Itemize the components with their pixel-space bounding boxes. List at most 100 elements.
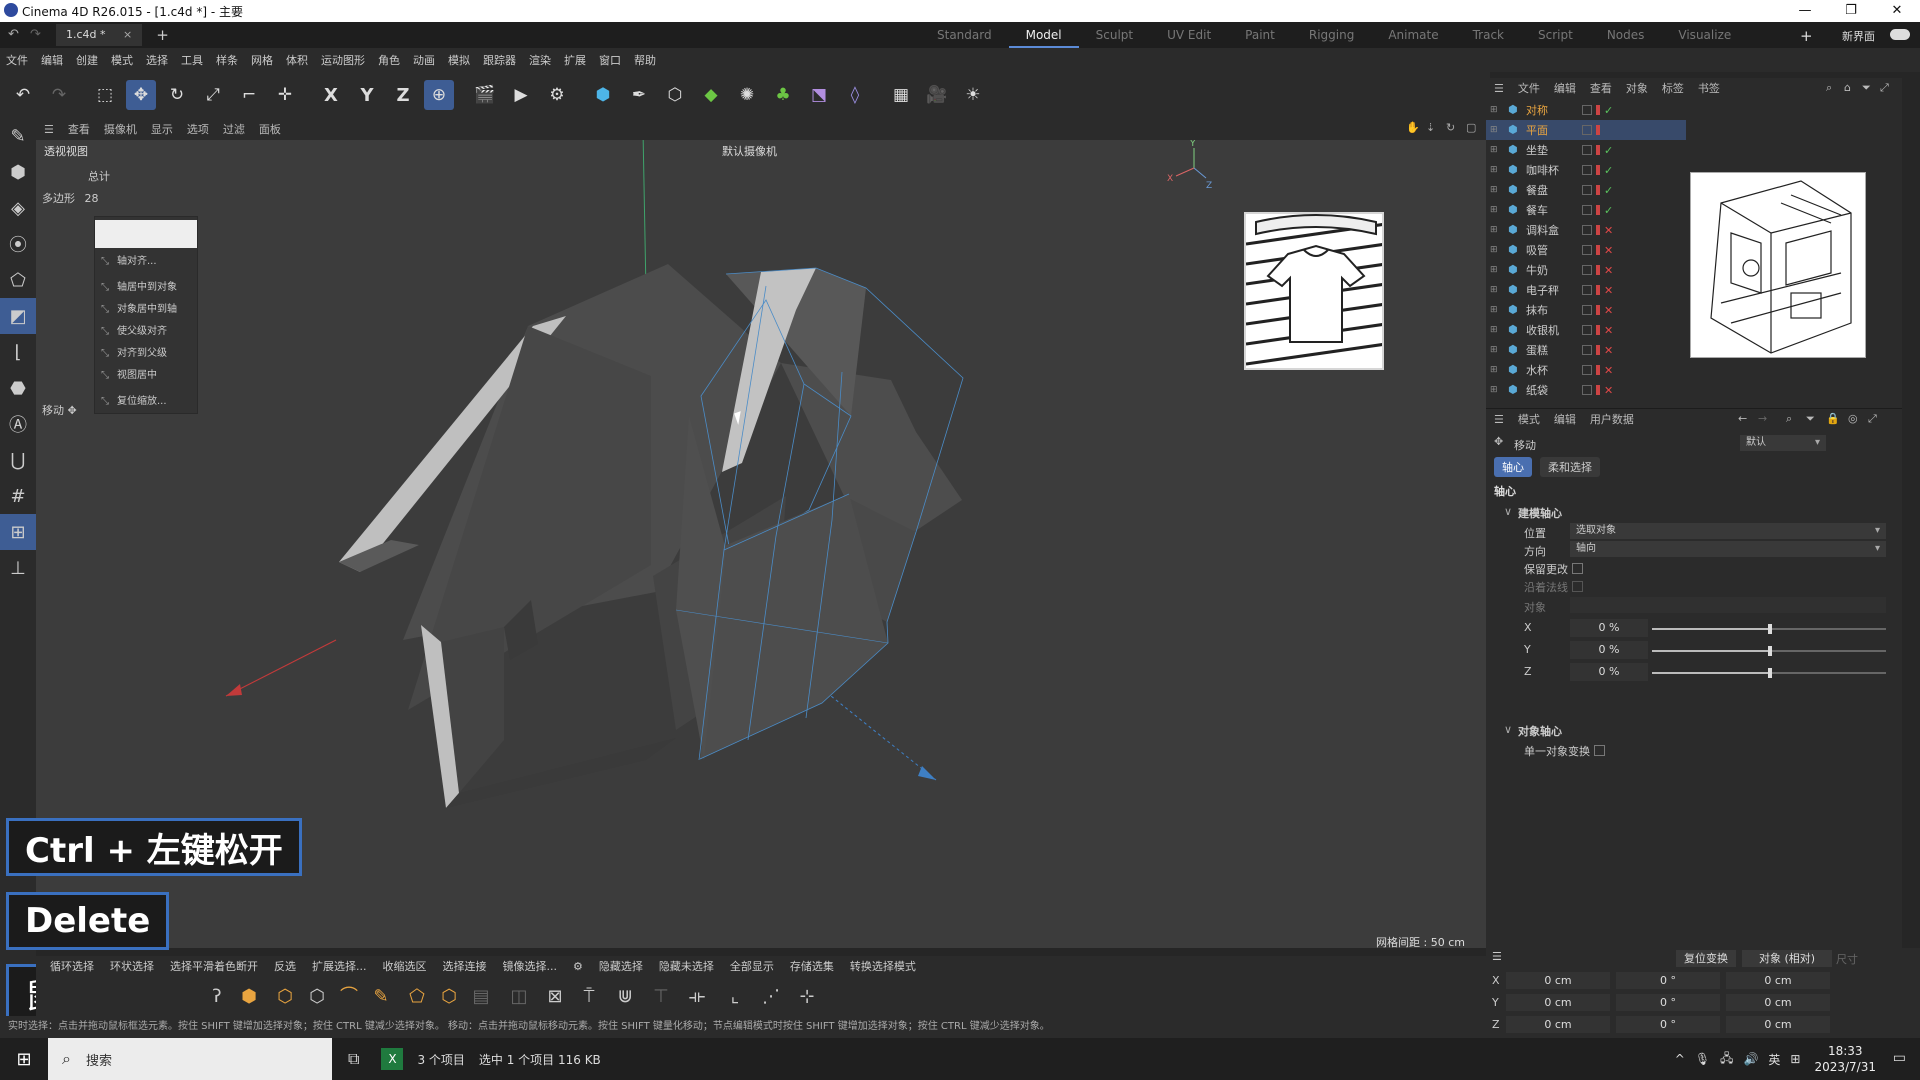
windows-start-icon[interactable]: ⊞ xyxy=(0,1038,48,1080)
layer-checkbox[interactable] xyxy=(1582,165,1592,175)
layout-tab[interactable]: Model xyxy=(1008,22,1079,48)
subdivision-icon[interactable]: ⬡ xyxy=(660,80,690,110)
layer-checkbox[interactable] xyxy=(1582,265,1592,275)
viewport-menu-item[interactable]: 面板 xyxy=(259,121,281,137)
render-settings-icon[interactable]: ⚙ xyxy=(542,80,572,110)
selection-tab[interactable]: 收缩选区 xyxy=(383,958,427,974)
object-home-icon[interactable]: ⌂ xyxy=(1844,81,1851,94)
pos-x-field[interactable]: 0 cm xyxy=(1506,972,1610,989)
camera-label[interactable]: 默认摄像机 xyxy=(722,143,777,159)
weld-icon[interactable]: ◫ xyxy=(506,984,532,1010)
selection-tab[interactable]: 选择平滑着色断开 xyxy=(170,958,258,974)
object-name[interactable]: 餐盘 xyxy=(1526,182,1574,198)
ime-icon[interactable]: ⊞ xyxy=(1790,1052,1800,1066)
chevron-down-icon[interactable]: ∨ xyxy=(1504,723,1512,736)
menu-item-center-object[interactable]: 对象居中到轴 xyxy=(95,299,197,321)
forward-arrow-icon[interactable]: → xyxy=(1758,412,1767,425)
layer-checkbox[interactable] xyxy=(1582,205,1592,215)
light-icon[interactable]: ☀ xyxy=(958,80,988,110)
expand-icon[interactable]: ⊞ xyxy=(1490,105,1498,115)
rot-y-field[interactable]: 0 ° xyxy=(1616,994,1720,1011)
deformer-icon[interactable]: ♣ xyxy=(768,80,798,110)
menu-item[interactable]: 文件 xyxy=(6,52,28,68)
loop-cut-icon[interactable]: ⬠ xyxy=(404,984,430,1010)
disabled-cross-icon[interactable]: ✕ xyxy=(1604,264,1613,277)
group-object-axis[interactable]: 对象轴心 xyxy=(1518,723,1562,739)
object-row[interactable]: ⊞ ⬢ 收银机 ✕ xyxy=(1486,320,1686,340)
quantize-icon[interactable]: ⊞ xyxy=(0,514,36,550)
attribute-menu-item[interactable]: 模式 xyxy=(1518,411,1540,427)
position-dropdown[interactable]: 选取对象 xyxy=(1570,523,1886,539)
render-view-icon[interactable]: 🎬 xyxy=(470,80,500,110)
disabled-cross-icon[interactable]: ✕ xyxy=(1604,364,1613,377)
taskbar-search[interactable]: 搜索 xyxy=(48,1038,332,1080)
object-name[interactable]: 水杯 xyxy=(1526,362,1574,378)
split-icon[interactable]: ⍑ xyxy=(576,984,602,1010)
along-normal-checkbox[interactable] xyxy=(1572,581,1583,592)
enabled-check-icon[interactable]: ✓ xyxy=(1604,144,1613,157)
visibility-dots[interactable] xyxy=(1596,305,1600,315)
microphone-icon[interactable]: 🎙 xyxy=(1695,1052,1710,1066)
object-expand-icon[interactable]: ⤢ xyxy=(1880,81,1889,95)
mirror-icon[interactable]: ⟛ xyxy=(684,984,710,1010)
solo-icon[interactable]: ⬣ xyxy=(0,370,36,406)
camera-icon[interactable]: 🎥 xyxy=(922,80,952,110)
enabled-check-icon[interactable]: ✓ xyxy=(1604,184,1613,197)
object-row[interactable]: ⊞ ⬢ 对称 ✓ xyxy=(1486,100,1686,120)
size-y-field[interactable]: 0 cm xyxy=(1726,994,1830,1011)
object-row[interactable]: ⊞ ⬢ 蛋糕 ✕ xyxy=(1486,340,1686,360)
attribute-expand-icon[interactable]: ⤢ xyxy=(1868,412,1877,426)
y-slider-knob[interactable] xyxy=(1768,646,1772,656)
visibility-dots[interactable] xyxy=(1596,205,1600,215)
expand-icon[interactable]: ⊞ xyxy=(1490,245,1498,255)
clock[interactable]: 18:33 2023/7/31 xyxy=(1814,1043,1876,1075)
expand-icon[interactable]: ⊞ xyxy=(1490,185,1498,195)
selection-tab[interactable]: 扩展选择... xyxy=(312,958,367,974)
arrange-icon[interactable]: ⊹ xyxy=(794,984,820,1010)
attribute-target-icon[interactable]: ◎ xyxy=(1848,412,1858,425)
knife-icon[interactable]: ⬡ xyxy=(436,984,462,1010)
layer-checkbox[interactable] xyxy=(1582,325,1592,335)
object-menu-item[interactable]: 对象 xyxy=(1626,80,1648,96)
menu-item[interactable]: 角色 xyxy=(378,52,400,68)
undo-icon[interactable]: ↶ xyxy=(8,27,19,42)
layout-tab[interactable]: Track xyxy=(1456,22,1521,48)
disabled-cross-icon[interactable]: ✕ xyxy=(1604,224,1613,237)
expand-icon[interactable]: ⊞ xyxy=(1490,125,1498,135)
close-button[interactable]: ✕ xyxy=(1874,0,1920,22)
bridge-icon[interactable]: ▤ xyxy=(468,984,494,1010)
edges-mode-icon[interactable]: ⬠ xyxy=(0,262,36,298)
texture-mode-icon[interactable]: ◈ xyxy=(0,190,36,226)
dissolve-icon[interactable]: ⊠ xyxy=(542,984,568,1010)
task-view-icon[interactable]: ⧉ xyxy=(348,1049,359,1069)
viewport-menu-item[interactable]: 显示 xyxy=(151,121,173,137)
menu-item-axis-align[interactable]: 轴对齐... xyxy=(95,251,197,273)
color-swatch[interactable] xyxy=(95,220,197,248)
object-row[interactable]: ⊞ ⬢ 电子秤 ✕ xyxy=(1486,280,1686,300)
layout-tab[interactable]: UV Edit xyxy=(1150,22,1228,48)
object-name[interactable]: 坐垫 xyxy=(1526,142,1574,158)
document-tab[interactable]: 1.c4d * × xyxy=(56,24,143,46)
object-row[interactable]: ⊞ ⬢ 水杯 ✕ xyxy=(1486,360,1686,380)
bevel-icon[interactable]: ⌒ xyxy=(336,984,362,1010)
visibility-dots[interactable] xyxy=(1596,185,1600,195)
disabled-cross-icon[interactable]: ✕ xyxy=(1604,244,1613,257)
object-menu-item[interactable]: 编辑 xyxy=(1554,80,1576,96)
menu-item[interactable]: 体积 xyxy=(286,52,308,68)
new-tab-icon[interactable]: + xyxy=(156,26,169,44)
layout-tab[interactable]: Standard xyxy=(920,22,1009,48)
disabled-cross-icon[interactable]: ✕ xyxy=(1604,304,1613,317)
selection-tab[interactable]: 全部显示 xyxy=(730,958,774,974)
chevron-down-icon[interactable]: ∨ xyxy=(1504,505,1512,518)
menu-item[interactable]: 样条 xyxy=(216,52,238,68)
polygon-pen-icon[interactable]: ⬢ xyxy=(236,984,262,1010)
selection-tab[interactable]: 镜像选择... xyxy=(503,958,558,974)
viewport-menu-item[interactable]: 查看 xyxy=(68,121,90,137)
visibility-dots[interactable] xyxy=(1596,165,1600,175)
object-row[interactable]: ⊞ ⬢ 吸管 ✕ xyxy=(1486,240,1686,260)
menu-item[interactable]: 网格 xyxy=(251,52,273,68)
viewport-maximize-icon[interactable]: ▢ xyxy=(1466,121,1476,134)
visibility-dots[interactable] xyxy=(1596,125,1600,135)
object-name[interactable]: 咖啡杯 xyxy=(1526,162,1574,178)
brush-icon[interactable]: ✎ xyxy=(368,984,394,1010)
